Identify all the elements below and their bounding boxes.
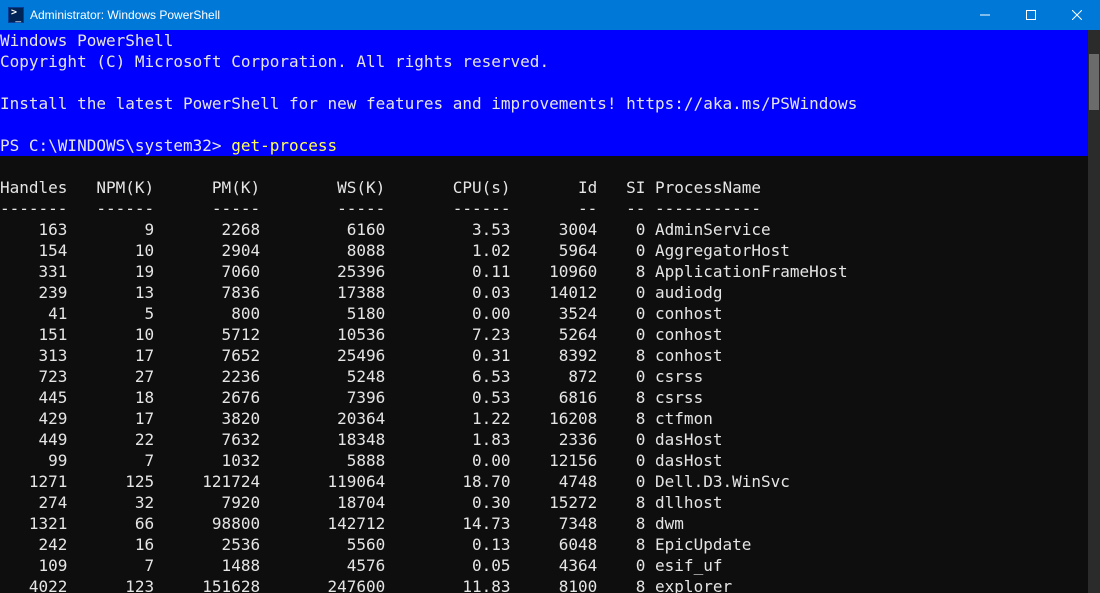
table-row: 331 19 7060 25396 0.11 10960 8 Applicati… — [0, 262, 848, 281]
banner-block: Windows PowerShell Copyright (C) Microso… — [0, 30, 1088, 156]
table-row: 313 17 7652 25496 0.31 8392 8 conhost — [0, 346, 722, 365]
table-row: 4022 123 151628 247600 11.83 8100 8 expl… — [0, 577, 732, 593]
minimize-icon — [980, 10, 990, 20]
table-row: 109 7 1488 4576 0.05 4364 0 esif_uf — [0, 556, 722, 575]
table-row: 239 13 7836 17388 0.03 14012 0 audiodg — [0, 283, 722, 302]
table-row: 449 22 7632 18348 1.83 2336 0 dasHost — [0, 430, 722, 449]
table-row: 723 27 2236 5248 6.53 872 0 csrss — [0, 367, 703, 386]
close-icon — [1072, 10, 1082, 20]
table-row: 1321 66 98800 142712 14.73 7348 8 dwm — [0, 514, 684, 533]
prompt: PS C:\WINDOWS\system32> — [0, 136, 231, 155]
close-button[interactable] — [1054, 0, 1100, 30]
terminal-area[interactable]: Windows PowerShell Copyright (C) Microso… — [0, 30, 1100, 593]
table-row: 154 10 2904 8088 1.02 5964 0 AggregatorH… — [0, 241, 790, 260]
table-row: 429 17 3820 20364 1.22 16208 8 ctfmon — [0, 409, 713, 428]
minimize-button[interactable] — [962, 0, 1008, 30]
table-row: 274 32 7920 18704 0.30 15272 8 dllhost — [0, 493, 722, 512]
vertical-scrollbar[interactable] — [1088, 30, 1100, 593]
table-row: 1271 125 121724 119064 18.70 4748 0 Dell… — [0, 472, 790, 491]
powershell-icon — [8, 7, 24, 23]
table-divider: ------- ------ ----- ----- ------ -- -- … — [0, 199, 761, 218]
window-title: Administrator: Windows PowerShell — [30, 8, 220, 22]
table-row: 151 10 5712 10536 7.23 5264 0 conhost — [0, 325, 722, 344]
table-row: 99 7 1032 5888 0.00 12156 0 dasHost — [0, 451, 722, 470]
maximize-button[interactable] — [1008, 0, 1054, 30]
command-input[interactable]: get-process — [231, 136, 337, 155]
table-row: 163 9 2268 6160 3.53 3004 0 AdminService — [0, 220, 771, 239]
table-row: 41 5 800 5180 0.00 3524 0 conhost — [0, 304, 722, 323]
window-controls — [962, 0, 1100, 30]
table-row: 445 18 2676 7396 0.53 6816 8 csrss — [0, 388, 703, 407]
scrollbar-thumb[interactable] — [1089, 54, 1099, 110]
terminal-output[interactable]: Windows PowerShell Copyright (C) Microso… — [0, 30, 1088, 593]
table-header: Handles NPM(K) PM(K) WS(K) CPU(s) Id SI … — [0, 178, 761, 197]
table-row: 242 16 2536 5560 0.13 6048 8 EpicUpdate — [0, 535, 751, 554]
maximize-icon — [1026, 10, 1036, 20]
window-titlebar[interactable]: Administrator: Windows PowerShell — [0, 0, 1100, 30]
